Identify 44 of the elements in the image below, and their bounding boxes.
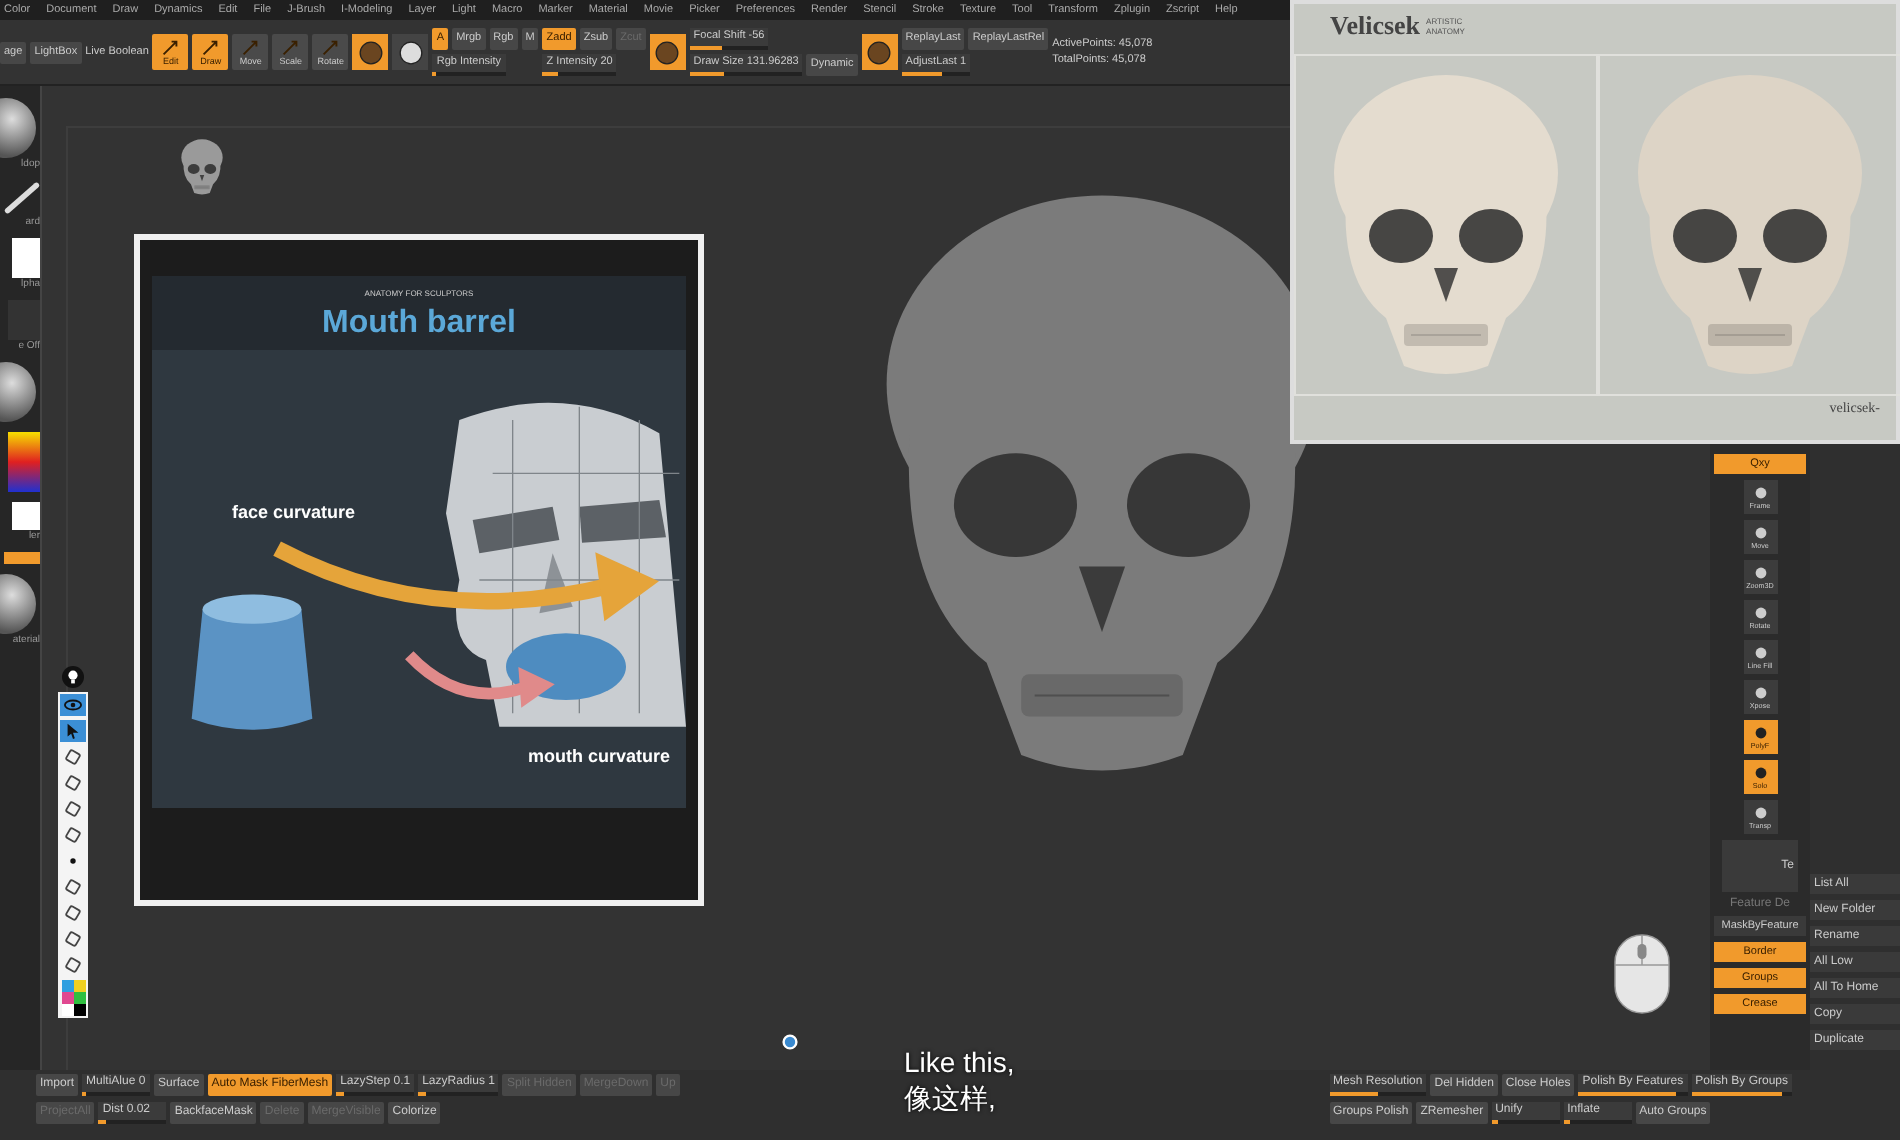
- brand-name: Velicsek: [1330, 10, 1421, 42]
- target-icon: [782, 1034, 798, 1050]
- circle-icon: [1751, 564, 1769, 582]
- arrow-icon: [202, 39, 219, 55]
- alpha-thumbnail[interactable]: [12, 238, 40, 278]
- color-swatch[interactable]: [61, 980, 73, 992]
- color-swatch[interactable]: [61, 1004, 73, 1016]
- sphere-button[interactable]: [392, 34, 429, 70]
- eye-icon: [64, 696, 82, 714]
- cursor-icon: [64, 722, 82, 740]
- skull-drawing: [178, 138, 226, 196]
- circle-icon: [1751, 684, 1769, 702]
- circle-icon: [1751, 644, 1769, 662]
- circle-icon: [1751, 484, 1769, 502]
- lightbulb-icon[interactable]: [62, 666, 84, 688]
- toolbox-button[interactable]: [60, 954, 86, 976]
- sphere-icon: [654, 39, 681, 65]
- circle-icon: [1751, 524, 1769, 542]
- arrow-icon: [162, 39, 179, 55]
- stroke-icon[interactable]: [4, 180, 40, 216]
- sphere-button[interactable]: [352, 34, 389, 70]
- circle-icon: [1751, 724, 1769, 742]
- sphere-icon: [397, 39, 424, 65]
- arrow-icon: [322, 39, 339, 55]
- arrow-icon: [242, 39, 259, 55]
- dot-icon: [64, 852, 82, 870]
- arrow-icon: [282, 39, 299, 55]
- sphere-icon: [357, 39, 384, 65]
- subtitle-text: Like this,: [904, 1046, 1015, 1078]
- toolbox-button[interactable]: [60, 746, 86, 768]
- circle-icon: [1751, 764, 1769, 782]
- annotation-label: face curvature: [232, 502, 356, 522]
- sphere-button[interactable]: [649, 34, 686, 70]
- color-picker[interactable]: [8, 432, 40, 492]
- subtitle-text: 像这样,: [904, 1082, 998, 1114]
- sphere-icon: [866, 39, 893, 65]
- annotation-label: mouth curvature: [528, 746, 671, 766]
- circle-icon: [1751, 604, 1769, 622]
- texture-thumbnail[interactable]: [8, 300, 40, 340]
- circle-icon: [1751, 804, 1769, 822]
- color-swatch[interactable]: [12, 502, 40, 530]
- color-swatch[interactable]: [61, 992, 73, 1004]
- sphere-button[interactable]: [861, 34, 898, 70]
- card-title: Mouth barrel: [322, 306, 516, 342]
